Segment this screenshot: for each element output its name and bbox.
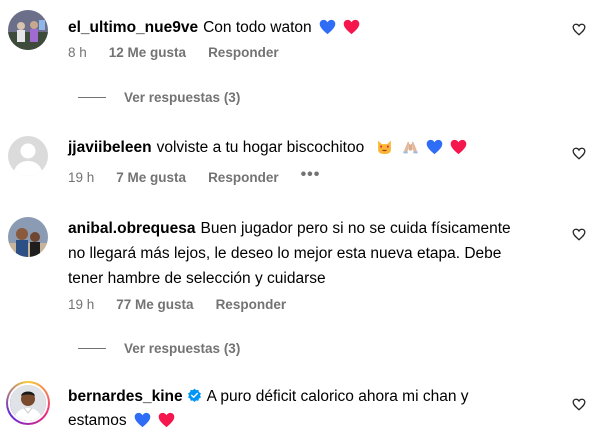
timestamp[interactable]: 19 h [68, 170, 94, 185]
folded-hands-icon [402, 139, 419, 155]
comment-body-line-2: estamos [68, 412, 127, 429]
smiling-cat-heart-eyes-icon [376, 139, 393, 155]
comment-text: el_ultimo_nue9ve Con todo waton [68, 17, 548, 39]
reply-button[interactable]: Responder [208, 45, 279, 60]
like-heart-icon[interactable] [572, 147, 586, 161]
verified-badge-icon [187, 388, 202, 403]
timestamp[interactable]: 19 h [68, 297, 94, 312]
blue-heart-icon [134, 412, 151, 428]
divider-line [78, 97, 106, 98]
blue-heart-icon [426, 139, 443, 155]
blue-heart-icon [319, 19, 336, 35]
like-heart-icon[interactable] [572, 23, 586, 37]
view-replies-button[interactable]: Ver respuestas (3) [78, 90, 240, 105]
likes-count[interactable]: 77 Me gusta [116, 297, 193, 312]
comment-text: anibal.obrequesa Buen jugador pero si no … [68, 218, 563, 290]
username[interactable]: bernardes_kine [68, 388, 183, 405]
comment-text: jjaviibeleen volviste a tu hogar biscochi… [68, 137, 548, 159]
view-replies-label: Ver respuestas (3) [124, 341, 241, 356]
view-replies-button[interactable]: Ver respuestas (3) [78, 341, 240, 356]
red-heart-icon [158, 412, 175, 428]
comment-meta: 19 h 7 Me gusta Responder ••• [68, 166, 342, 186]
like-heart-icon[interactable] [572, 398, 586, 412]
comment-text: bernardes_kine A puro déficit calorico ah… [68, 386, 548, 432]
reply-button[interactable]: Responder [216, 297, 287, 312]
avatar-story-ring[interactable] [6, 381, 50, 425]
more-options-button[interactable]: ••• [301, 166, 321, 184]
comment-body: Con todo waton [203, 19, 312, 36]
likes-count[interactable]: 12 Me gusta [109, 45, 186, 60]
comment-meta: 19 h 77 Me gusta Responder [68, 297, 308, 312]
comment-body-line-1: Buen jugador pero si no se cuida físicam… [200, 220, 511, 237]
divider-line [78, 348, 106, 349]
username[interactable]: jjaviibeleen [68, 139, 152, 156]
avatar[interactable] [8, 10, 48, 50]
timestamp[interactable]: 8 h [68, 45, 87, 60]
comment-body-line-2: no llegará más lejos, le deseo lo mejor … [68, 245, 502, 262]
username[interactable]: anibal.obrequesa [68, 220, 195, 237]
view-replies-label: Ver respuestas (3) [124, 90, 241, 105]
red-heart-icon [450, 139, 467, 155]
red-heart-icon [343, 19, 360, 35]
likes-count[interactable]: 7 Me gusta [116, 170, 186, 185]
comment-body-line-3: tener hambre de selección y cuidarse [68, 270, 326, 287]
avatar-default[interactable] [8, 136, 48, 176]
like-heart-icon[interactable] [572, 228, 586, 242]
comment-meta: 8 h 12 Me gusta Responder [68, 45, 301, 60]
comment-body-line-1: A puro déficit calorico ahora mi chan y [206, 388, 469, 405]
reply-button[interactable]: Responder [208, 170, 279, 185]
comment-body: volviste a tu hogar biscochitoo [156, 139, 365, 156]
avatar[interactable] [8, 217, 48, 257]
username[interactable]: el_ultimo_nue9ve [68, 19, 198, 36]
